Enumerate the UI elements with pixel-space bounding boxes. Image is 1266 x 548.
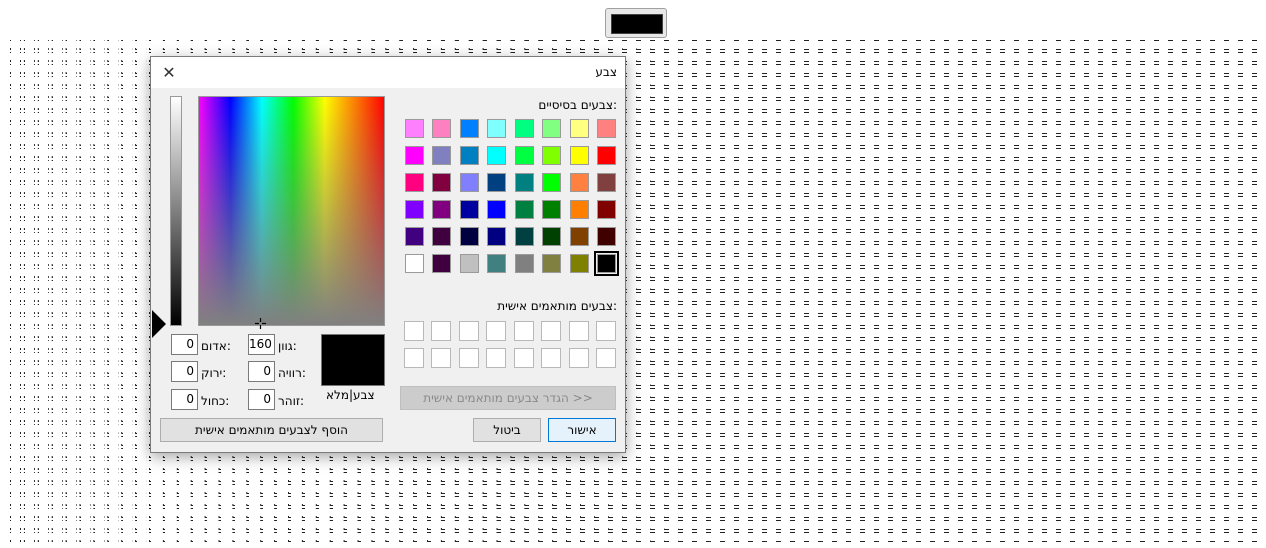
custom-color-slot[interactable] [431, 348, 451, 368]
basic-color-swatch[interactable] [432, 119, 451, 138]
basic-color-swatch[interactable] [459, 173, 479, 192]
basic-color-swatch[interactable] [432, 173, 451, 192]
basic-color-swatch[interactable] [597, 173, 616, 192]
basic-color-swatch[interactable] [597, 200, 616, 219]
custom-color-slot[interactable] [458, 348, 479, 368]
color-preview [321, 334, 385, 386]
basic-color-swatch[interactable] [487, 173, 506, 192]
blue-input[interactable]: 0 [171, 389, 198, 410]
basic-color-swatch[interactable] [569, 119, 589, 138]
luminosity-slider[interactable] [170, 96, 182, 326]
basic-color-swatch[interactable] [487, 119, 506, 138]
custom-color-slot[interactable] [403, 321, 424, 341]
basic-color-swatch[interactable] [569, 254, 589, 273]
add-to-custom-colors-button[interactable]: הוסף לצבעים מותאמים אישית [160, 418, 383, 442]
basic-color-swatch[interactable] [404, 200, 424, 219]
basic-color-swatch[interactable] [487, 227, 506, 246]
custom-color-slot[interactable] [458, 321, 479, 341]
color-spectrum[interactable] [198, 96, 385, 326]
basic-color-swatch[interactable] [487, 146, 506, 165]
crosshair-icon[interactable] [255, 318, 266, 329]
basic-color-swatch[interactable] [542, 146, 561, 165]
define-custom-colors-button[interactable]: הגדר צבעים מותאמים אישית >> [400, 386, 616, 410]
basic-color-swatch[interactable] [594, 251, 619, 276]
basic-color-swatch[interactable] [432, 200, 451, 219]
current-color-button[interactable] [605, 8, 667, 38]
custom-color-slot[interactable] [541, 321, 561, 341]
basic-color-swatch[interactable] [569, 146, 589, 165]
basic-color-swatch[interactable] [487, 254, 506, 273]
basic-color-swatch[interactable] [514, 200, 534, 219]
basic-color-swatch[interactable] [569, 200, 589, 219]
basic-color-swatch[interactable] [459, 146, 479, 165]
hue-label: גוון: [278, 339, 297, 353]
hue-input[interactable]: 160 [248, 334, 275, 355]
luminosity-label: זוהר: [278, 394, 305, 408]
dialog-title: צבע [595, 65, 617, 79]
basic-color-swatch[interactable] [459, 227, 479, 246]
basic-color-swatch[interactable] [542, 254, 561, 273]
green-label: ירוק: [201, 366, 227, 380]
basic-color-swatch[interactable] [542, 227, 561, 246]
custom-color-slot[interactable] [568, 348, 589, 368]
cancel-button[interactable]: ביטול [473, 418, 541, 442]
red-input[interactable]: 0 [171, 334, 198, 355]
basic-color-swatch[interactable] [432, 227, 451, 246]
basic-color-swatch[interactable] [404, 254, 424, 273]
basic-color-swatch[interactable] [569, 227, 589, 246]
custom-color-slot[interactable] [596, 321, 616, 341]
title-bar: צבע ✕ [151, 57, 625, 88]
saturation-input[interactable]: 0 [248, 361, 275, 382]
basic-color-swatch[interactable] [459, 200, 479, 219]
custom-color-slot[interactable] [486, 321, 506, 341]
basic-color-swatch[interactable] [514, 254, 534, 273]
basic-color-swatch[interactable] [597, 227, 616, 246]
basic-color-swatch[interactable] [432, 254, 451, 273]
custom-color-slot[interactable] [403, 348, 424, 368]
basic-color-swatch[interactable] [459, 254, 479, 273]
basic-color-swatch[interactable] [404, 227, 424, 246]
basic-colors-label: צבעים בסיסיים: [538, 98, 617, 112]
ok-button[interactable]: אישור [548, 418, 616, 442]
custom-color-slot[interactable] [486, 348, 506, 368]
custom-color-slot[interactable] [431, 321, 451, 341]
custom-color-slot[interactable] [596, 348, 616, 368]
custom-color-slot[interactable] [568, 321, 589, 341]
custom-colors-label: צבעים מותאמים אישית: [497, 299, 617, 313]
basic-color-swatch[interactable] [404, 173, 424, 192]
custom-color-slot[interactable] [513, 321, 534, 341]
green-input[interactable]: 0 [171, 361, 198, 382]
luminosity-input[interactable]: 0 [248, 389, 275, 410]
basic-color-swatch[interactable] [569, 173, 589, 192]
custom-color-slot[interactable] [541, 348, 561, 368]
current-color-swatch [611, 14, 663, 34]
custom-color-slot[interactable] [513, 348, 534, 368]
basic-color-swatch[interactable] [432, 146, 451, 165]
basic-color-swatch[interactable] [542, 119, 561, 138]
basic-color-swatch[interactable] [514, 227, 534, 246]
basic-color-swatch[interactable] [542, 200, 561, 219]
basic-color-swatch[interactable] [514, 173, 534, 192]
basic-color-swatch[interactable] [487, 200, 506, 219]
basic-color-swatch[interactable] [514, 119, 534, 138]
basic-color-swatch[interactable] [404, 146, 424, 165]
luminosity-arrow-icon[interactable] [152, 310, 166, 338]
blue-label: כחול: [201, 394, 230, 408]
basic-color-swatch[interactable] [542, 173, 561, 192]
basic-color-swatch[interactable] [404, 119, 424, 138]
preview-label: צבע|מלא [326, 388, 375, 402]
color-dialog: צבע ✕ צבעים בסיסיים: צבעים מותאמים אישית… [150, 56, 626, 453]
red-label: אדום: [201, 339, 231, 353]
saturation-label: רוויה: [278, 366, 306, 380]
basic-color-swatch[interactable] [459, 119, 479, 138]
basic-color-swatch[interactable] [597, 119, 616, 138]
basic-color-swatch[interactable] [597, 146, 616, 165]
close-icon[interactable]: ✕ [157, 62, 181, 84]
basic-color-swatch[interactable] [514, 146, 534, 165]
